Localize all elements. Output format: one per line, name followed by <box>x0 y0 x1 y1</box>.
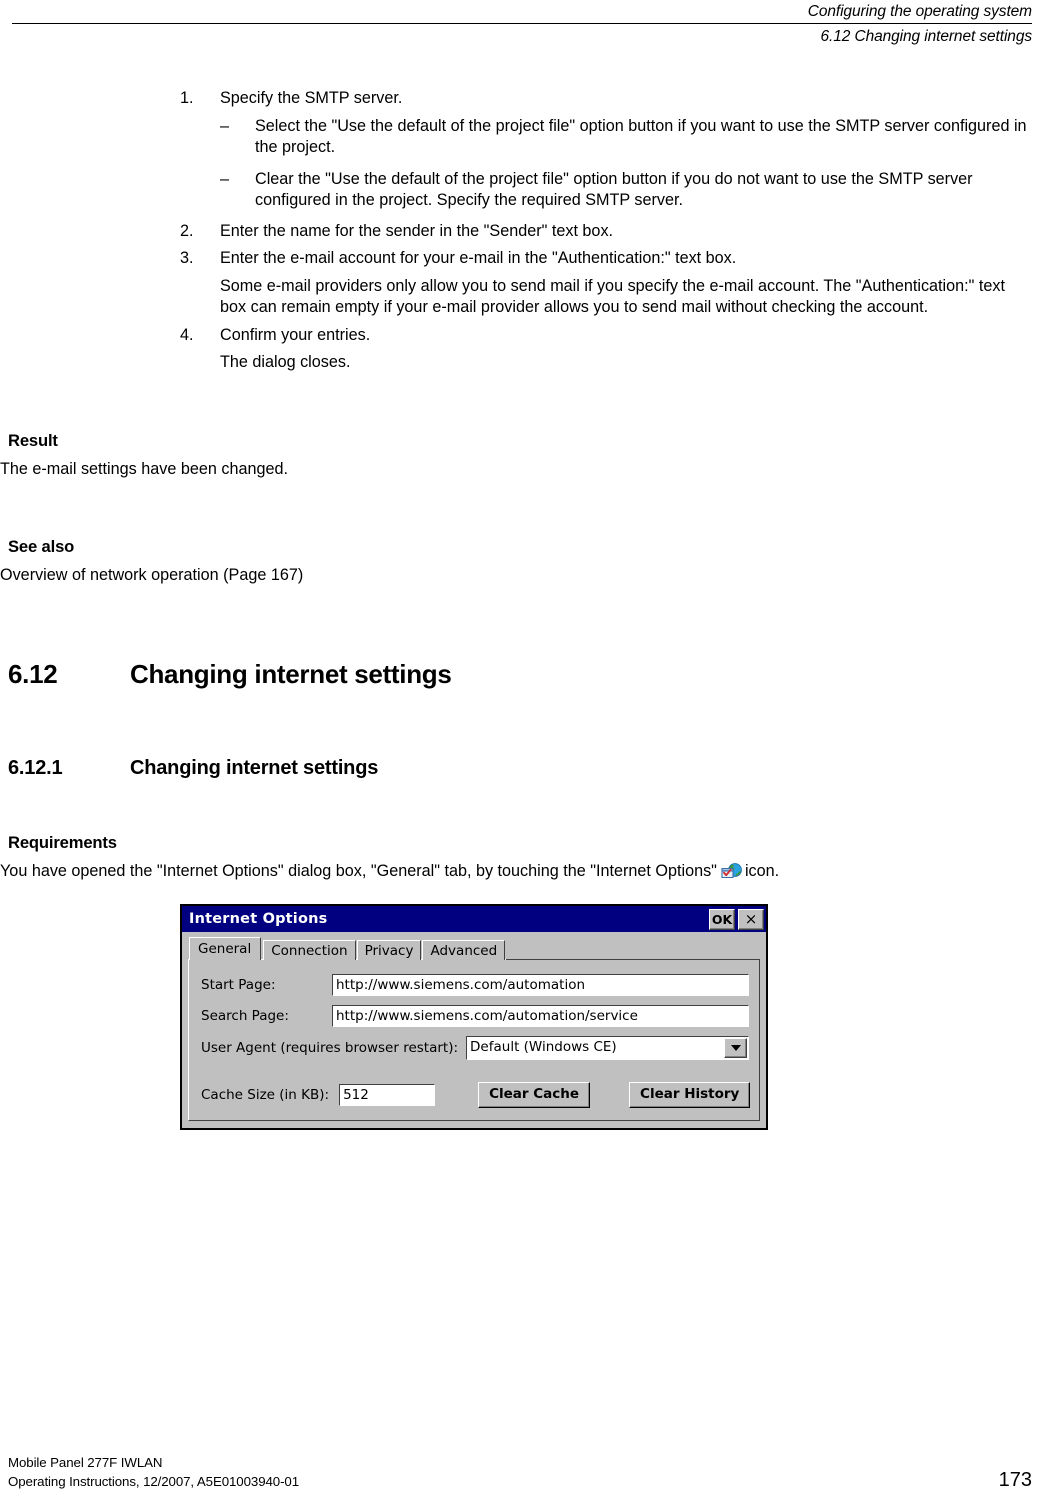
general-tab-panel: Start Page: http://www.siemens.com/autom… <box>188 959 760 1121</box>
subsection-number: 6.12.1 <box>8 756 63 779</box>
dash-bullet: – <box>220 169 230 188</box>
search-page-row: Search Page: http://www.siemens.com/auto… <box>201 1005 749 1027</box>
list-item-number: 3. <box>180 249 194 267</box>
user-agent-row: User Agent (requires browser restart): D… <box>201 1036 749 1060</box>
tab-general[interactable]: General <box>189 937 262 960</box>
header-divider <box>12 23 1032 24</box>
list-item-text: Enter the name for the sender in the "Se… <box>220 221 614 240</box>
procedure-block: 1. Specify the SMTP server. – Select the… <box>180 88 1032 374</box>
subsection-heading: 6.12.1 Changing internet settings <box>8 756 1040 780</box>
list-item-note: The dialog closes. <box>220 353 351 371</box>
list-item: 1. Specify the SMTP server. – Select the… <box>180 88 1032 212</box>
cache-row: Cache Size (in KB): 512 Clear Cache Clea… <box>201 1082 751 1108</box>
list-item: 2. Enter the name for the sender in the … <box>180 221 1032 243</box>
tab-privacy[interactable]: Privacy <box>356 940 422 960</box>
dialog-body: General Connection Privacy Advanced Star… <box>182 932 766 1128</box>
clear-cache-button[interactable]: Clear Cache <box>478 1082 591 1108</box>
dash-bullet: – <box>220 116 230 135</box>
page-content: 1. Specify the SMTP server. – Select the… <box>0 88 1040 1130</box>
start-page-row: Start Page: http://www.siemens.com/autom… <box>201 974 749 996</box>
page-number: 173 <box>998 1469 1032 1491</box>
list-item-text: Specify the SMTP server. <box>220 89 403 107</box>
header-chapter-title: Configuring the operating system <box>807 3 1032 20</box>
section-title: Changing internet settings <box>130 658 452 689</box>
tab-advanced[interactable]: Advanced <box>422 940 506 960</box>
cache-size-input[interactable]: 512 <box>339 1084 436 1106</box>
clear-history-button[interactable]: Clear History <box>629 1082 751 1108</box>
ok-button[interactable]: OK <box>709 908 735 930</box>
list-item-number: 4. <box>180 325 194 344</box>
user-agent-value: Default (Windows CE) <box>470 1039 617 1055</box>
page-footer: Mobile Panel 277F IWLAN Operating Instru… <box>8 1453 1032 1491</box>
see-also-link[interactable]: Overview of network operation (Page 167) <box>0 565 1040 587</box>
dialog-titlebar: Internet Options OK × <box>182 906 766 932</box>
list-item: – Select the "Use the default of the pro… <box>220 116 1032 159</box>
close-button[interactable]: × <box>738 908 764 930</box>
list-item-number: 1. <box>180 89 194 107</box>
footer-product: Mobile Panel 277F IWLAN <box>8 1455 163 1470</box>
section-number: 6.12 <box>8 658 58 689</box>
tab-connection[interactable]: Connection <box>263 940 356 960</box>
sub-list-item-text: Clear the "Use the default of the projec… <box>255 169 973 210</box>
internet-options-dialog: Internet Options OK × General Connection… <box>180 904 768 1130</box>
search-page-input[interactable]: http://www.siemens.com/automation/servic… <box>332 1005 749 1027</box>
list-item: 3. Enter the e-mail account for your e-m… <box>180 248 1032 319</box>
requirements-body: You have opened the "Internet Options" d… <box>0 861 800 883</box>
sub-list: – Select the "Use the default of the pro… <box>220 116 1032 212</box>
requirements-text: You have opened the "Internet Options" d… <box>0 861 717 880</box>
dialog-title: Internet Options <box>189 911 328 927</box>
arrow-down-glyph <box>730 1045 741 1051</box>
list-item: 4. Confirm your entries. The dialog clos… <box>180 325 1032 374</box>
search-page-label: Search Page: <box>201 1008 289 1024</box>
list-item-text: Enter the e-mail account for your e-mail… <box>220 249 737 267</box>
start-page-label: Start Page: <box>201 977 276 993</box>
document-page: Configuring the operating system 6.12 Ch… <box>0 0 1040 1509</box>
see-also-heading: See also <box>8 537 75 556</box>
cache-size-label: Cache Size (in KB): <box>201 1087 330 1103</box>
list-item: – Clear the "Use the default of the proj… <box>220 169 1032 212</box>
tabstrip-filler <box>506 940 760 960</box>
chevron-down-icon[interactable] <box>724 1038 747 1058</box>
footer-text: Mobile Panel 277F IWLAN Operating Instru… <box>8 1453 999 1491</box>
dialog-tabstrip: General Connection Privacy Advanced <box>188 937 760 960</box>
list-item-text: Confirm your entries. <box>220 325 371 344</box>
subsection-title: Changing internet settings <box>130 756 379 779</box>
start-page-input[interactable]: http://www.siemens.com/automation <box>332 974 749 996</box>
header-section-title: 6.12 Changing internet settings <box>820 28 1033 45</box>
user-agent-label: User Agent (requires browser restart): <box>201 1040 459 1056</box>
requirements-text-after: icon. <box>744 861 780 880</box>
sub-list-item-text: Select the "Use the default of the proje… <box>255 116 1027 157</box>
result-heading: Result <box>8 430 58 450</box>
internet-options-icon <box>720 861 742 881</box>
footer-doc-id: Operating Instructions, 12/2007, A5E0100… <box>8 1474 300 1489</box>
list-item-number: 2. <box>180 221 194 240</box>
requirements-heading: Requirements <box>8 832 117 852</box>
section-heading: 6.12 Changing internet settings <box>8 659 1040 690</box>
procedure-list: 1. Specify the SMTP server. – Select the… <box>180 88 1032 374</box>
running-header: Configuring the operating system 6.12 Ch… <box>12 0 1032 56</box>
list-item-note: Some e-mail providers only allow you to … <box>220 276 1005 317</box>
user-agent-select[interactable]: Default (Windows CE) <box>466 1036 749 1060</box>
result-body: The e-mail settings have been changed. <box>0 459 288 478</box>
